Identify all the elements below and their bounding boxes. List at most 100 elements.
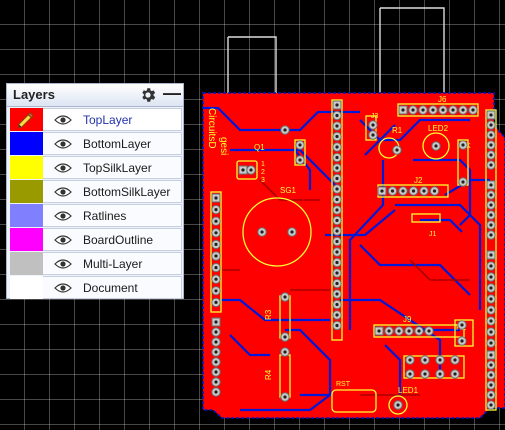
layer-color-swatch[interactable] (10, 156, 43, 179)
pad-drill (432, 189, 437, 193)
eye-icon[interactable] (54, 210, 72, 222)
pad-drill (421, 108, 425, 112)
layer-row-bottomlayer[interactable]: BottomLayer (10, 132, 182, 155)
pad-drill (214, 219, 218, 223)
pad-drill (434, 144, 438, 148)
pad-drill (460, 323, 464, 327)
pad-drill (441, 108, 445, 112)
layers-panel: Layers — TopLayer BottomLayer TopSilkLayer… (6, 83, 184, 299)
eye-icon[interactable] (54, 162, 72, 174)
minimize-button[interactable]: — (163, 83, 181, 103)
pad-drill (335, 103, 339, 107)
layer-row-multi-layer[interactable]: Multi-Layer (10, 252, 182, 275)
q1-pin2: 2 (261, 169, 265, 176)
pad-drill (214, 196, 218, 200)
pad-drill (214, 340, 218, 344)
pad-drill (335, 166, 339, 170)
pad-drill (335, 260, 339, 265)
layer-name-label: Ratlines (83, 209, 127, 223)
pad-drill (489, 163, 493, 167)
pad-drill (335, 145, 339, 149)
j6-label: J6 (438, 95, 447, 104)
layer-name-label: Document (83, 281, 138, 295)
layer-color-swatch[interactable] (10, 252, 43, 275)
layer-row-boardoutline[interactable]: BoardOutline (10, 228, 182, 251)
j2-label: J2 (414, 176, 423, 185)
pad-drill (283, 295, 287, 299)
pad-drill (335, 218, 339, 223)
pad-drill (283, 128, 287, 132)
q1-label: Q1 (254, 143, 265, 152)
layer-row-bottomsilklayer[interactable]: BottomSilkLayer (10, 180, 182, 203)
pencil-icon (18, 112, 34, 128)
pad-drill (371, 133, 375, 137)
layer-color-swatch[interactable] (10, 276, 43, 299)
j9-label: J9 (403, 315, 412, 324)
pad-drill (422, 189, 426, 193)
gear-icon[interactable] (139, 86, 157, 104)
pad-drill (335, 239, 339, 244)
pad-drill (423, 372, 427, 376)
layer-name-label: BoardOutline (83, 233, 154, 247)
layer-color-swatch[interactable] (10, 180, 43, 203)
pad-drill (283, 395, 287, 399)
pad-drill (214, 266, 218, 270)
pad-drill (214, 300, 218, 304)
layers-panel-title: Layers (13, 87, 55, 102)
layer-color-swatch[interactable] (10, 132, 43, 155)
pad-drill (298, 143, 302, 147)
pad-drill (461, 143, 465, 147)
eye-icon[interactable] (54, 282, 72, 294)
layer-row-toplayer[interactable]: TopLayer (10, 108, 182, 131)
pad-drill (214, 208, 218, 212)
pad-drill (489, 153, 493, 157)
led2-label: LED2 (428, 124, 449, 133)
pad-drill (411, 108, 415, 112)
pad-drill (335, 155, 339, 160)
pad-drill (335, 229, 339, 233)
pad-drill (489, 297, 493, 301)
j1-label: J1 (429, 231, 437, 238)
pad-drill (335, 313, 339, 317)
pad-drill (335, 187, 339, 191)
eye-icon[interactable] (54, 258, 72, 270)
rst-label: RST (336, 381, 351, 388)
j3-label: J3 (371, 113, 379, 120)
eye-icon[interactable] (54, 186, 72, 198)
pad-drill (335, 113, 339, 118)
pad-drill (260, 230, 264, 234)
pad-drill (283, 350, 287, 354)
layer-row-topsilklayer[interactable]: TopSilkLayer (10, 156, 182, 179)
pad-drill (214, 242, 218, 246)
layer-color-swatch[interactable] (10, 204, 43, 227)
pad-drill (335, 292, 339, 296)
pad-drill (401, 189, 405, 193)
layer-color-swatch[interactable] (10, 108, 43, 131)
layers-panel-header: Layers — (7, 83, 183, 107)
layer-row-ratlines[interactable]: Ratlines (10, 204, 182, 227)
power-jack-outline (379, 7, 445, 93)
pad-drill (461, 180, 465, 184)
pad-drill (298, 158, 302, 162)
pad-drill (290, 230, 294, 234)
pad-drill (489, 308, 493, 312)
layer-name-label: TopLayer (83, 113, 133, 127)
layer-color-swatch[interactable] (10, 228, 43, 251)
pad-drill (214, 330, 218, 334)
pad-drill (489, 183, 493, 187)
layer-name-label: Multi-Layer (83, 257, 143, 271)
eye-icon[interactable] (54, 114, 72, 126)
pad-drill (489, 275, 493, 279)
eye-icon[interactable] (54, 138, 72, 150)
pad-drill (489, 233, 493, 237)
pad-drill (411, 189, 416, 193)
pad-drill (438, 372, 442, 376)
pad-drill (397, 329, 401, 333)
layer-row-document[interactable]: Document (10, 276, 182, 299)
pad-drill (335, 208, 339, 212)
r4-label: R4 (264, 369, 273, 380)
eye-icon[interactable] (54, 234, 72, 246)
pad-drill (214, 277, 218, 281)
pad-drill (408, 372, 412, 376)
pad-drill (335, 271, 339, 275)
